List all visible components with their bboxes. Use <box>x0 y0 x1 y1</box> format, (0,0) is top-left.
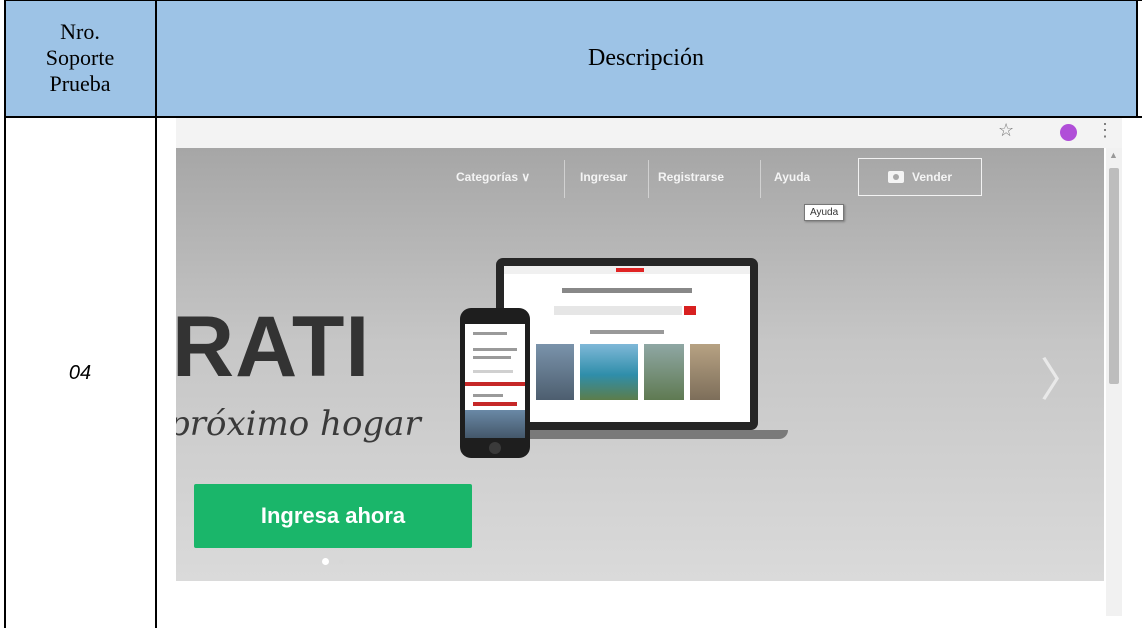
hero-banner: Categorías ∨ Ingresar Registrarse Ayuda … <box>176 148 1104 581</box>
laptop-search-button <box>684 306 696 315</box>
camera-icon <box>887 171 904 183</box>
phone-home-button <box>489 442 501 454</box>
header-cell-nro-soporte: Nro. Soporte Prueba <box>5 0 155 116</box>
phone-illustration <box>460 308 530 458</box>
laptop-photo <box>690 344 720 400</box>
phone-line <box>473 394 503 397</box>
hero-headline: RATI <box>176 299 371 395</box>
phone-line <box>473 348 517 351</box>
header-descripcion-text: Descripción <box>588 44 704 71</box>
laptop-photo <box>580 344 638 400</box>
phone-red-bar <box>465 382 525 386</box>
nav-categorias[interactable]: Categorías ∨ <box>456 170 530 184</box>
laptop-title-line <box>562 288 692 293</box>
carousel-dot[interactable] <box>339 559 344 564</box>
nav-divider <box>760 160 761 198</box>
cta-label: Ingresa ahora <box>260 503 406 528</box>
phone-screen <box>465 324 525 438</box>
laptop-illustration <box>496 258 758 430</box>
nav-divider <box>564 160 565 198</box>
phone-photo <box>465 410 525 438</box>
header-line-2: Soporte <box>45 45 115 70</box>
browser-screenshot: ☆ ⋮ Categorías ∨ Ingresar Registrarse Ay… <box>176 118 1122 616</box>
laptop-display <box>504 266 750 422</box>
next-arrow-icon[interactable]: 〉 <box>1040 344 1086 410</box>
phone-red-bar <box>473 402 517 406</box>
laptop-red-tab <box>616 268 644 272</box>
phone-line <box>473 356 511 359</box>
phone-line <box>473 332 507 335</box>
nav-ingresar[interactable]: Ingresar <box>580 170 627 184</box>
scroll-up-icon[interactable]: ▲ <box>1109 150 1118 160</box>
nav-registrarse[interactable]: Registrarse <box>658 170 724 184</box>
carousel-dot-active[interactable] <box>322 558 329 565</box>
laptop-subtitle-line <box>590 330 664 334</box>
header-line-3: Prueba <box>49 71 111 96</box>
scroll-thumb[interactable] <box>1109 168 1119 384</box>
ingresa-ahora-button[interactable]: Ingresa ahora <box>194 484 472 548</box>
table-border-top <box>4 0 1142 1</box>
scrollbar[interactable]: ▲ <box>1106 148 1122 616</box>
browser-toolbar: ☆ ⋮ <box>176 118 1122 148</box>
vender-label: Vender <box>911 170 953 184</box>
hero-subtitle: próximo hogar <box>176 404 421 444</box>
laptop-photo <box>644 344 684 400</box>
phone-line <box>473 370 513 373</box>
laptop-photo <box>536 344 574 400</box>
nav-ayuda[interactable]: Ayuda <box>774 170 810 184</box>
star-icon[interactable]: ☆ <box>998 120 1014 141</box>
header-cell-descripcion: Descripción <box>156 0 1136 116</box>
row-id-cell: 04 <box>5 118 155 628</box>
table-border-right <box>1136 0 1138 118</box>
document-table: Nro. Soporte Prueba Descripción 04 ☆ ⋮ C… <box>0 0 1142 628</box>
ayuda-tooltip: Ayuda <box>804 204 845 221</box>
row-id-text: 04 <box>68 361 92 384</box>
laptop-search-bar <box>554 306 682 315</box>
header-line-1: Nro. <box>60 19 100 44</box>
menu-dots-icon[interactable]: ⋮ <box>1096 121 1114 139</box>
profile-avatar[interactable] <box>1060 124 1077 141</box>
table-border-middle <box>155 0 157 628</box>
nav-divider <box>648 160 649 198</box>
vender-button[interactable]: Vender <box>858 158 982 196</box>
